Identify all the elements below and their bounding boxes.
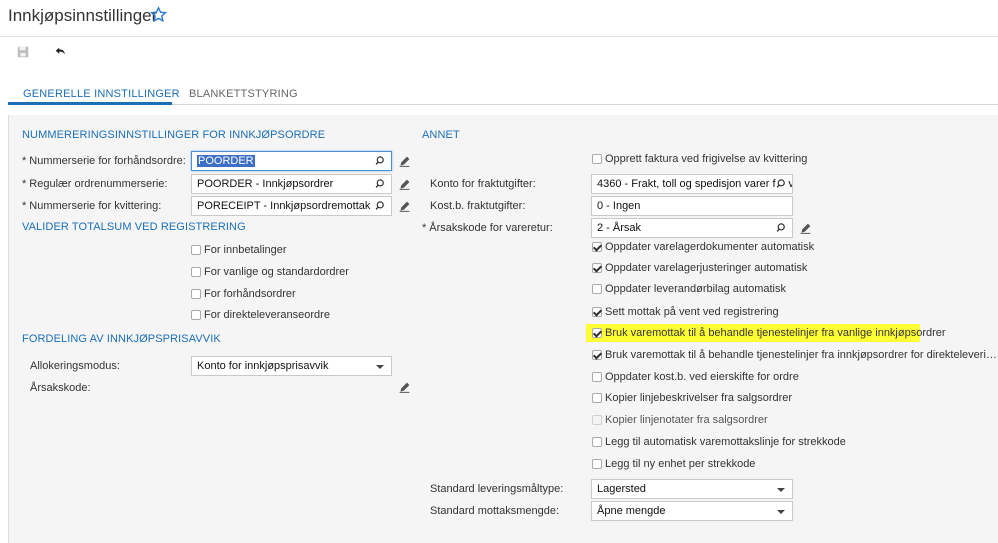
preorder-series-label: * Nummerserie for forhåndsordre: <box>22 155 186 167</box>
checkbox-label: Oppdater varelagerjusteringer automatisk <box>605 262 808 274</box>
receipt-series-input[interactable]: PORECEIPT - Innkjøpsordremottak <box>191 196 392 216</box>
regular-order-series-label: * Regulær ordrenummerserie: <box>22 178 168 190</box>
receipt-quantity-select[interactable]: Åpne mengde <box>591 501 793 521</box>
receipt-quantity-label: Standard mottaksmengde: <box>430 505 560 517</box>
freight-account-label: Konto for fraktutgifter: <box>430 178 536 190</box>
chevron-down-icon <box>777 510 785 514</box>
validate-section-title: VALIDER TOTALSUM VED REGISTRERING <box>22 221 246 233</box>
active-tab-indicator <box>8 102 172 105</box>
freight-costcenter-label: Kost.b. fraktutgifter: <box>430 200 526 212</box>
page-title: Innkjøpsinnstillinger <box>8 6 158 25</box>
chevron-down-icon <box>777 488 785 492</box>
preorder-series-input[interactable]: POORDER <box>191 151 392 171</box>
undo-icon[interactable] <box>54 45 68 59</box>
checkbox[interactable] <box>191 245 201 255</box>
search-icon[interactable] <box>375 155 387 167</box>
tab-general-settings[interactable]: GENERELLE INNSTILLINGER <box>23 88 180 100</box>
search-icon[interactable] <box>375 200 387 212</box>
receipt-series-label: * Nummerserie for kvittering: <box>22 200 162 212</box>
freight-costcenter-input[interactable]: 0 - Ingen <box>591 196 793 216</box>
star-icon[interactable] <box>150 6 167 23</box>
checkbox-label: Legg til ny enhet per strekkode <box>605 458 756 470</box>
edit-icon[interactable] <box>398 200 411 213</box>
panel-border <box>8 115 9 543</box>
checkbox[interactable] <box>592 372 602 382</box>
checkbox-label: Opprett faktura ved frigivelse av kvitte… <box>605 153 808 165</box>
numbering-section-title: NUMMERERINGSINNSTILLINGER FOR INNKJØPSOR… <box>22 129 326 141</box>
checkbox[interactable] <box>592 307 602 317</box>
checkbox-label: Kopier linjebeskrivelser fra salgsordrer <box>605 392 793 404</box>
return-reason-input[interactable]: 2 - Årsak <box>591 218 793 238</box>
distribution-section-title: FORDELING AV INNKJØPSPRISAVVIK <box>22 333 221 345</box>
checkbox-label: Oppdater kost.b. ved eierskifte for ordr… <box>605 371 799 383</box>
other-section-title: ANNET <box>422 129 460 141</box>
reason-code-label: Årsakskode: <box>30 382 91 394</box>
search-icon[interactable] <box>776 222 788 234</box>
checkbox[interactable] <box>191 289 201 299</box>
save-icon[interactable] <box>16 45 30 59</box>
tab-form-control[interactable]: BLANKETTSTYRING <box>189 88 298 100</box>
freight-account-input[interactable]: 4360 - Frakt, toll og spedisjon varer fo… <box>591 174 793 194</box>
checkbox-label: For forhåndsordrer <box>204 288 296 300</box>
regular-order-series-input[interactable]: POORDER - Innkjøpsordrer <box>191 174 392 194</box>
allocation-mode-label: Allokeringsmodus: <box>30 360 120 372</box>
allocation-mode-select[interactable]: Konto for innkjøpsprisavvik <box>191 356 392 376</box>
checkbox[interactable] <box>191 267 201 277</box>
checkbox-label: Bruk varemottak til å behandle tjenestel… <box>605 327 946 339</box>
checkbox[interactable] <box>592 328 602 338</box>
delivery-type-label: Standard leveringsmåltype: <box>430 483 564 495</box>
search-icon[interactable] <box>776 178 788 190</box>
checkbox[interactable] <box>592 350 602 360</box>
checkbox-label: Oppdater leverandørbilag automatisk <box>605 283 786 295</box>
checkbox-label: Legg til automatisk varemottakslinje for… <box>605 436 846 448</box>
checkbox[interactable] <box>592 284 602 294</box>
delivery-type-select[interactable]: Lagersted <box>591 479 793 499</box>
edit-icon[interactable] <box>398 155 411 168</box>
search-icon[interactable] <box>375 178 387 190</box>
checkbox[interactable] <box>592 242 602 252</box>
return-reason-label: * Årsakskode for vareretur: <box>422 222 553 234</box>
checkbox <box>592 415 602 425</box>
checkbox[interactable] <box>592 154 602 164</box>
checkbox-label: Oppdater varelagerdokumenter automatisk <box>605 241 815 253</box>
checkbox-label: For vanlige og standardordrer <box>204 266 349 278</box>
checkbox[interactable] <box>191 310 201 320</box>
checkbox-label: Kopier linjenotater fra salgsordrer <box>605 414 768 426</box>
edit-icon[interactable] <box>398 178 411 191</box>
edit-icon[interactable] <box>398 381 411 394</box>
checkbox-label: For direkteleveranseordre <box>204 309 330 321</box>
checkbox[interactable] <box>592 393 602 403</box>
checkbox[interactable] <box>592 263 602 273</box>
checkbox[interactable] <box>592 459 602 469</box>
checkbox-label: For innbetalinger <box>204 244 287 256</box>
checkbox[interactable] <box>592 437 602 447</box>
edit-icon[interactable] <box>799 222 812 235</box>
checkbox-label: Sett mottak på vent ved registrering <box>605 306 779 318</box>
header-divider <box>0 36 998 37</box>
chevron-down-icon <box>376 365 384 369</box>
checkbox-label: Bruk varemottak til å behandle tjenestel… <box>605 349 997 361</box>
